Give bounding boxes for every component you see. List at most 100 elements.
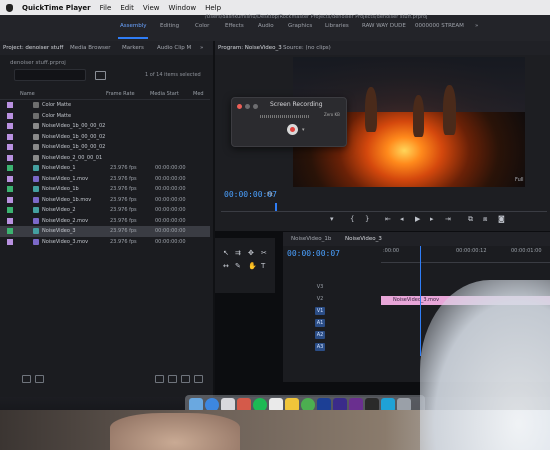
tab-source[interactable]: Source: (no clips) bbox=[283, 45, 331, 51]
tab-sequence-3[interactable]: NoiseVideo_3 bbox=[345, 236, 382, 242]
menu-view[interactable]: View bbox=[143, 4, 160, 12]
step-back-icon[interactable]: ◂ bbox=[400, 215, 404, 223]
project-item-row[interactable]: NoiseVideo_2_00_00_01 bbox=[0, 153, 210, 164]
label-color-chip[interactable] bbox=[7, 238, 13, 245]
label-color-chip[interactable] bbox=[7, 102, 13, 108]
timeline-timecode[interactable]: 00:00:00:07 bbox=[287, 249, 340, 258]
workspace-raw-way-dude[interactable]: RAW WAY DUDE bbox=[362, 23, 406, 29]
workspace-audio[interactable]: Audio bbox=[258, 23, 274, 29]
tab-media-browser[interactable]: Media Browser bbox=[70, 45, 111, 51]
apple-icon[interactable] bbox=[6, 3, 13, 12]
menu-file[interactable]: File bbox=[100, 4, 112, 12]
project-item-row[interactable]: NoiseVideo_1b.mov 23.976 fps 00:00:00:00 bbox=[0, 195, 210, 206]
project-item-row[interactable]: NoiseVideo_2 23.976 fps 00:00:00:00 bbox=[0, 205, 210, 216]
project-tabs-more-icon[interactable]: » bbox=[200, 45, 203, 51]
column-media-start[interactable]: Media Start bbox=[150, 91, 179, 97]
workspace-color[interactable]: Color bbox=[195, 23, 209, 29]
options-chevron-icon[interactable]: ▾ bbox=[302, 127, 305, 133]
pen-tool-icon[interactable]: ✎ bbox=[235, 263, 242, 270]
close-window-icon[interactable] bbox=[237, 104, 242, 109]
project-item-row[interactable]: NoiseVideo_1b_00_00_02 bbox=[0, 121, 210, 132]
project-item-row[interactable]: NoiseVideo_1b 23.976 fps 00:00:00:00 bbox=[0, 184, 210, 195]
track-label[interactable]: A2 bbox=[315, 331, 325, 339]
label-color-chip[interactable] bbox=[7, 186, 13, 192]
mark-out-icon[interactable]: } bbox=[365, 215, 369, 223]
tab-sequence-1b[interactable]: NoiseVideo_1b bbox=[291, 236, 331, 242]
find-icon[interactable] bbox=[155, 375, 164, 383]
project-item-row[interactable]: NoiseVideo_3 23.976 fps 00:00:00:00 bbox=[0, 226, 210, 237]
workspace-graphics[interactable]: Graphics bbox=[288, 23, 312, 29]
project-search-input[interactable] bbox=[14, 69, 86, 81]
workspace-assembly[interactable]: Assembly bbox=[120, 23, 147, 29]
workspace-stream[interactable]: 0000000 STREAM bbox=[415, 23, 464, 29]
menu-edit[interactable]: Edit bbox=[120, 4, 134, 12]
add-marker-icon[interactable]: ▾ bbox=[330, 215, 334, 223]
slip-tool-icon[interactable]: ↔ bbox=[223, 263, 230, 270]
program-time-ruler[interactable] bbox=[221, 203, 547, 212]
resolution-select[interactable]: Full bbox=[515, 177, 524, 183]
selection-tool-icon[interactable]: ↖ bbox=[223, 250, 230, 257]
list-view-icon[interactable] bbox=[22, 375, 31, 383]
program-playhead[interactable] bbox=[275, 203, 277, 211]
label-color-chip[interactable] bbox=[7, 196, 13, 203]
tab-markers[interactable]: Markers bbox=[122, 45, 144, 51]
workspace-effects[interactable]: Effects bbox=[225, 23, 244, 29]
hand-tool-icon[interactable]: ✋ bbox=[248, 263, 257, 270]
track-label[interactable]: V2 bbox=[315, 295, 325, 303]
track-label[interactable]: A3 bbox=[315, 343, 325, 351]
label-color-chip[interactable] bbox=[7, 228, 13, 234]
ripple-edit-tool-icon[interactable]: ✥ bbox=[248, 250, 255, 257]
menu-app-name[interactable]: QuickTime Player bbox=[22, 4, 91, 12]
go-to-out-icon[interactable]: ⇥ bbox=[445, 215, 451, 223]
tab-audio-clip-mixer[interactable]: Audio Clip M bbox=[157, 45, 191, 51]
label-color-chip[interactable] bbox=[7, 165, 13, 171]
workspace-libraries[interactable]: Libraries bbox=[325, 23, 349, 29]
timeline-ruler[interactable]: :00:00 00:00:00:12 00:00:01:00 bbox=[381, 246, 550, 263]
zoom-window-icon[interactable] bbox=[253, 104, 258, 109]
track-label[interactable]: V3 bbox=[315, 283, 325, 291]
menu-window[interactable]: Window bbox=[169, 4, 197, 12]
play-icon[interactable]: ▶ bbox=[415, 215, 420, 223]
project-item-row[interactable]: NoiseVideo_1b_00_00_02 bbox=[0, 142, 210, 153]
track-label[interactable]: V1 bbox=[315, 307, 325, 315]
export-frame-icon[interactable]: ◙ bbox=[498, 215, 505, 223]
column-frame-rate[interactable]: Frame Rate bbox=[106, 91, 135, 97]
project-item-row[interactable]: NoiseVideo_1 23.976 fps 00:00:00:00 bbox=[0, 163, 210, 174]
label-color-chip[interactable] bbox=[7, 112, 13, 119]
track-label[interactable]: A1 bbox=[315, 319, 325, 327]
track-select-tool-icon[interactable]: ⇉ bbox=[235, 250, 242, 257]
timeline-playhead[interactable] bbox=[420, 246, 421, 356]
step-forward-icon[interactable]: ▸ bbox=[430, 215, 434, 223]
extract-icon[interactable]: ⧈ bbox=[483, 215, 487, 224]
label-color-chip[interactable] bbox=[7, 154, 13, 161]
trash-icon[interactable] bbox=[194, 375, 203, 383]
project-item-row[interactable]: Color Matte bbox=[0, 100, 210, 111]
lift-icon[interactable]: ⧉ bbox=[468, 215, 473, 224]
project-item-row[interactable]: NoiseVideo_2.mov 23.976 fps 00:00:00:00 bbox=[0, 216, 210, 227]
icon-view-icon[interactable] bbox=[35, 375, 44, 383]
column-name[interactable]: Name bbox=[20, 91, 35, 97]
new-bin-icon[interactable] bbox=[95, 71, 106, 80]
label-color-chip[interactable] bbox=[7, 144, 13, 150]
label-color-chip[interactable] bbox=[7, 175, 13, 182]
new-item-icon[interactable] bbox=[168, 375, 177, 383]
record-button[interactable] bbox=[287, 124, 298, 135]
tab-program[interactable]: Program: NoiseVideo_3 bbox=[218, 45, 282, 51]
project-item-row[interactable]: NoiseVideo_3.mov 23.976 fps 00:00:00:00 bbox=[0, 237, 210, 248]
type-tool-icon[interactable]: T bbox=[261, 263, 268, 270]
label-color-chip[interactable] bbox=[7, 207, 13, 213]
tab-project[interactable]: Project: denoiser stuff bbox=[3, 45, 63, 51]
minimize-window-icon[interactable] bbox=[245, 104, 250, 109]
project-item-row[interactable]: NoiseVideo_1b_00_00_02 bbox=[0, 132, 210, 143]
workspaces-more-icon[interactable]: » bbox=[475, 23, 478, 29]
label-color-chip[interactable] bbox=[7, 123, 13, 129]
column-media[interactable]: Med bbox=[193, 91, 204, 97]
project-item-row[interactable]: Color Matte bbox=[0, 111, 210, 122]
go-to-in-icon[interactable]: ⇤ bbox=[385, 215, 391, 223]
workspace-editing[interactable]: Editing bbox=[160, 23, 179, 29]
label-color-chip[interactable] bbox=[7, 133, 13, 140]
mark-in-icon[interactable]: { bbox=[350, 215, 354, 223]
project-item-row[interactable]: NoiseVideo_1.mov 23.976 fps 00:00:00:00 bbox=[0, 174, 210, 185]
menu-help[interactable]: Help bbox=[205, 4, 221, 12]
razor-tool-icon[interactable]: ✂ bbox=[261, 250, 268, 257]
